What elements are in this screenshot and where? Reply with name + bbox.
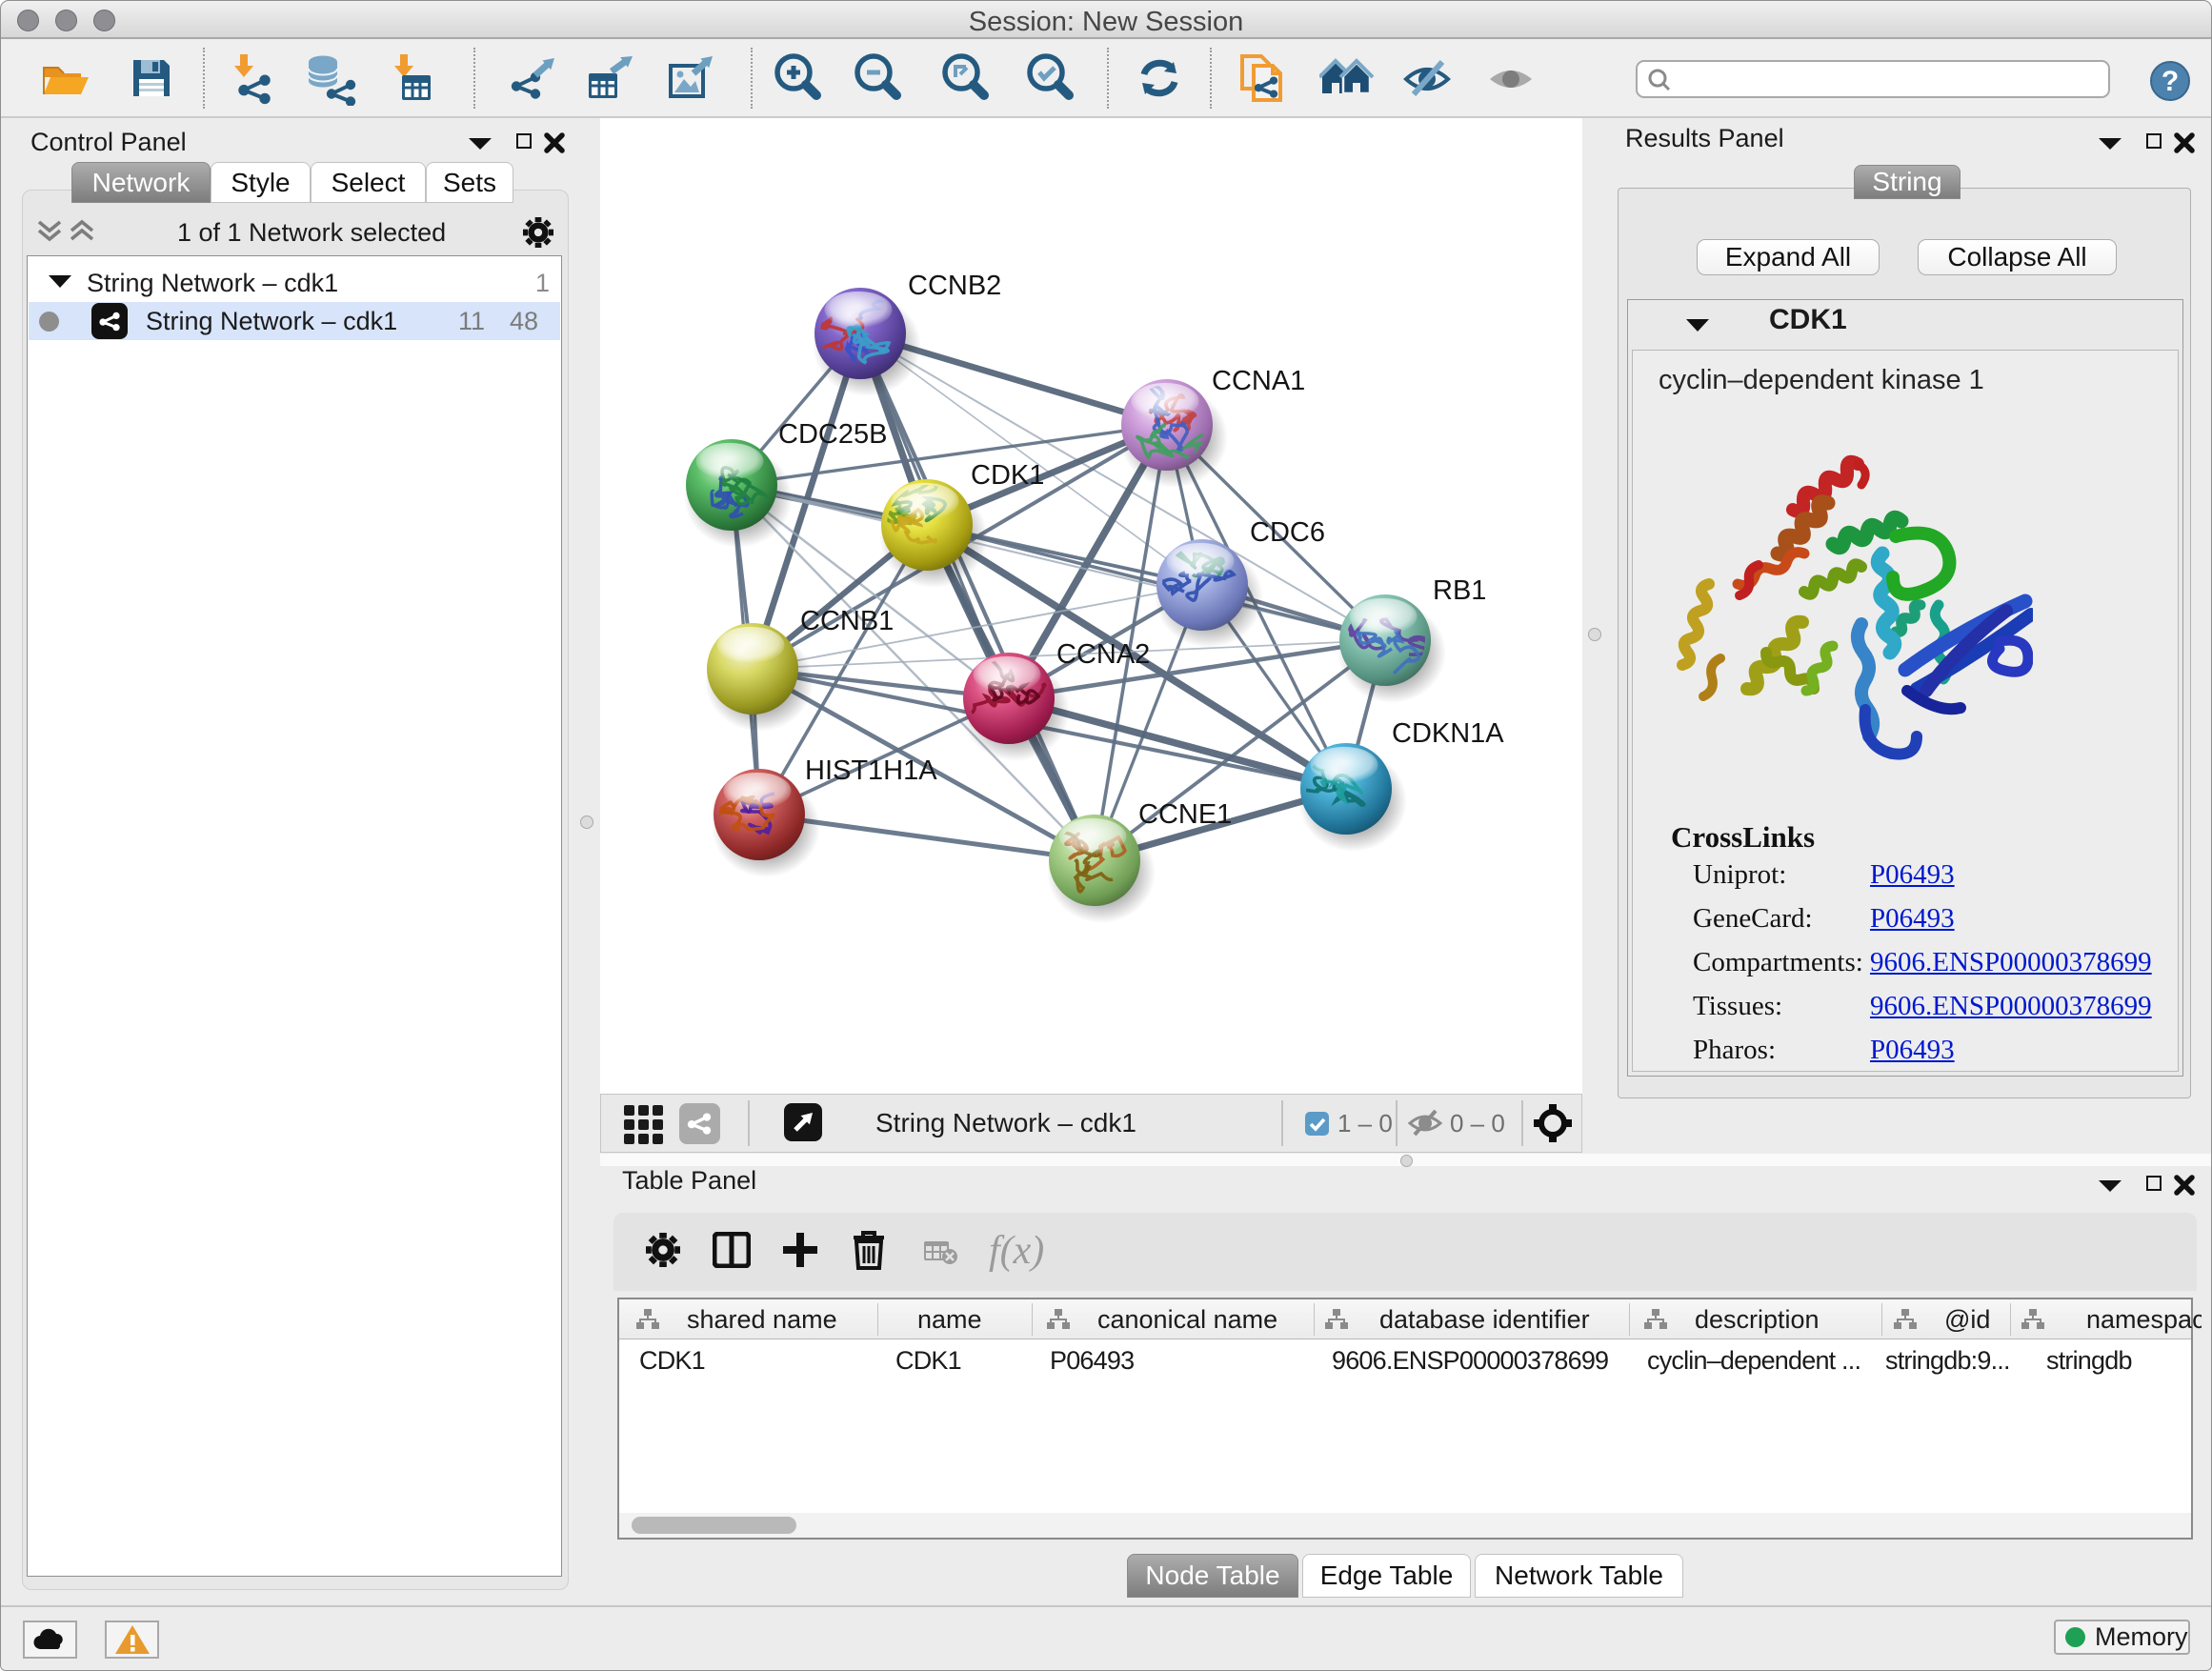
svg-text:CCNA2: CCNA2: [1056, 639, 1150, 670]
svg-text:HIST1H1A: HIST1H1A: [805, 755, 937, 786]
svg-text:CDC6: CDC6: [1250, 517, 1325, 548]
svg-text:RB1: RB1: [1433, 575, 1486, 606]
svg-text:CCNA1: CCNA1: [1212, 366, 1305, 396]
svg-text:CDKN1A: CDKN1A: [1392, 718, 1504, 749]
svg-text:CDK1: CDK1: [971, 460, 1044, 491]
svg-text:CCNB2: CCNB2: [908, 271, 1001, 301]
svg-text:CCNE1: CCNE1: [1138, 799, 1232, 830]
svg-text:CCNB1: CCNB1: [800, 606, 894, 636]
svg-text:CDC25B: CDC25B: [778, 419, 887, 450]
